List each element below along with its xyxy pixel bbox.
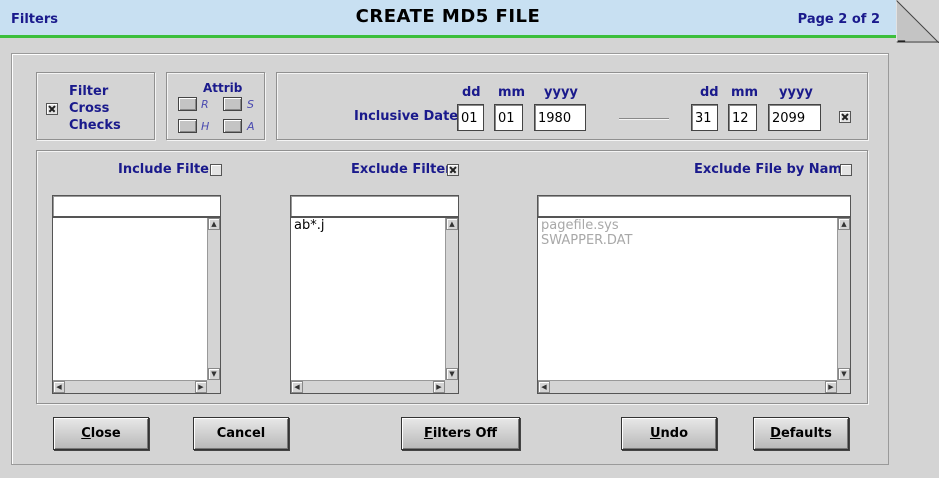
scroll-up-icon[interactable]: ▲ [208, 218, 220, 230]
attrib-s-button[interactable] [223, 97, 242, 111]
scroll-up-icon[interactable]: ▲ [446, 218, 458, 230]
to-dd-label: dd [700, 85, 719, 100]
defaults-label: efaults [780, 426, 832, 441]
defaults-mnemonic: D [770, 426, 781, 441]
exclude-filter-list[interactable]: ab*.j ▲ ▼ ◀ ▶ [290, 217, 459, 394]
exclude-filter-checkbox[interactable] [447, 164, 459, 176]
exclude-horizontal-scrollbar[interactable]: ◀ ▶ [291, 380, 445, 393]
attrib-h-button[interactable] [178, 119, 197, 133]
exclude-by-name-horizontal-scrollbar[interactable]: ◀ ▶ [538, 380, 837, 393]
to-yyyy-label: yyyy [779, 85, 813, 100]
cancel-button[interactable]: Cancel [193, 417, 289, 450]
attrib-s-letter: S [247, 98, 254, 111]
cross-checks-label-line2: Cross [69, 101, 110, 116]
scroll-right-icon[interactable]: ▶ [433, 381, 445, 393]
from-year-input[interactable]: 1980 [534, 104, 586, 131]
include-filter-checkbox[interactable] [210, 164, 222, 176]
filters-off-mnemonic: F [423, 426, 433, 441]
scroll-down-icon[interactable]: ▼ [838, 368, 850, 380]
defaults-button[interactable]: Defaults [753, 417, 849, 450]
scroll-corner [445, 380, 458, 393]
to-day-input[interactable]: 31 [691, 104, 718, 131]
from-month-input[interactable]: 01 [494, 104, 523, 131]
exclude-filter-items: ab*.j [291, 218, 458, 233]
scroll-left-icon[interactable]: ◀ [53, 381, 65, 393]
date-range-panel: dd mm yyyy Inclusive Date: 01 01 1980 dd… [276, 72, 868, 140]
exclude-by-name-items: pagefile.sys SWAPPER.DAT [538, 218, 850, 248]
exclude-by-name-label: Exclude File by Name [694, 162, 851, 177]
attrib-r-button[interactable] [178, 97, 197, 111]
to-month-input[interactable]: 12 [728, 104, 757, 131]
close-label: lose [90, 426, 121, 441]
title-bar: Filters CREATE MD5 FILE Page 2 of 2 [0, 0, 896, 38]
include-filter-label: Include Filter [118, 162, 216, 177]
undo-button[interactable]: Undo [621, 417, 717, 450]
scroll-up-icon[interactable]: ▲ [838, 218, 850, 230]
attrib-a-letter: A [247, 120, 255, 133]
from-dd-label: dd [462, 85, 481, 100]
list-item[interactable]: pagefile.sys [538, 218, 850, 233]
include-vertical-scrollbar[interactable]: ▲ ▼ [207, 218, 220, 380]
window-title: CREATE MD5 FILE [355, 6, 541, 27]
attrib-panel: Attrib R S H A [166, 72, 265, 140]
svg-text:_: _ [897, 26, 906, 42]
inclusive-date-label: Inclusive Date: [354, 109, 464, 124]
cross-checks-label-line3: Checks [69, 118, 121, 133]
filters-panel: Include Filter ▲ ▼ ◀ ▶ Exclude Filter ab… [36, 150, 868, 404]
exclude-filter-label: Exclude Filter [351, 162, 452, 177]
scroll-down-icon[interactable]: ▼ [208, 368, 220, 380]
undo-label: ndo [660, 426, 689, 441]
to-mm-label: mm [731, 85, 759, 100]
include-horizontal-scrollbar[interactable]: ◀ ▶ [53, 380, 207, 393]
list-item[interactable]: ab*.j [291, 218, 458, 233]
list-item[interactable]: SWAPPER.DAT [538, 233, 850, 248]
close-button[interactable]: Close [53, 417, 149, 450]
close-mnemonic: C [81, 426, 91, 441]
minimize-button[interactable]: _ [896, 0, 939, 43]
attrib-h-letter: H [201, 120, 210, 133]
from-mm-label: mm [498, 85, 526, 100]
exclude-vertical-scrollbar[interactable]: ▲ ▼ [445, 218, 458, 380]
undo-mnemonic: U [649, 426, 661, 441]
page-indicator: Page 2 of 2 [797, 12, 880, 27]
attrib-a-button[interactable] [223, 119, 242, 133]
attrib-label: Attrib [203, 81, 243, 95]
scroll-left-icon[interactable]: ◀ [291, 381, 303, 393]
date-range-separator [619, 118, 669, 120]
attrib-r-letter: R [201, 98, 209, 111]
scroll-left-icon[interactable]: ◀ [538, 381, 550, 393]
from-yyyy-label: yyyy [544, 85, 578, 100]
cross-checks-panel: Filter Cross Checks [36, 72, 155, 140]
create-md5-window: Filters CREATE MD5 FILE Page 2 of 2 _ Fi… [0, 0, 939, 478]
exclude-by-name-list[interactable]: pagefile.sys SWAPPER.DAT ▲ ▼ ◀ ▶ [537, 217, 851, 394]
scroll-down-icon[interactable]: ▼ [446, 368, 458, 380]
minimize-icon: _ [896, 0, 939, 43]
scroll-corner [207, 380, 220, 393]
scroll-corner [837, 380, 850, 393]
scroll-right-icon[interactable]: ▶ [825, 381, 837, 393]
cross-checks-checkbox[interactable] [46, 103, 58, 115]
scroll-right-icon[interactable]: ▶ [195, 381, 207, 393]
filters-off-label: ilters Off [432, 426, 498, 441]
to-year-input[interactable]: 2099 [768, 104, 821, 131]
date-filter-checkbox[interactable] [839, 111, 851, 123]
include-filter-list[interactable]: ▲ ▼ ◀ ▶ [52, 217, 221, 394]
from-day-input[interactable]: 01 [457, 104, 484, 131]
exclude-filter-input[interactable] [290, 195, 459, 217]
filters-off-button[interactable]: Filters Off [401, 417, 520, 450]
exclude-by-name-input[interactable] [537, 195, 851, 217]
exclude-by-name-vertical-scrollbar[interactable]: ▲ ▼ [837, 218, 850, 380]
include-filter-input[interactable] [52, 195, 221, 217]
exclude-by-name-checkbox[interactable] [840, 164, 852, 176]
cross-checks-label-line1: Filter [69, 84, 109, 99]
